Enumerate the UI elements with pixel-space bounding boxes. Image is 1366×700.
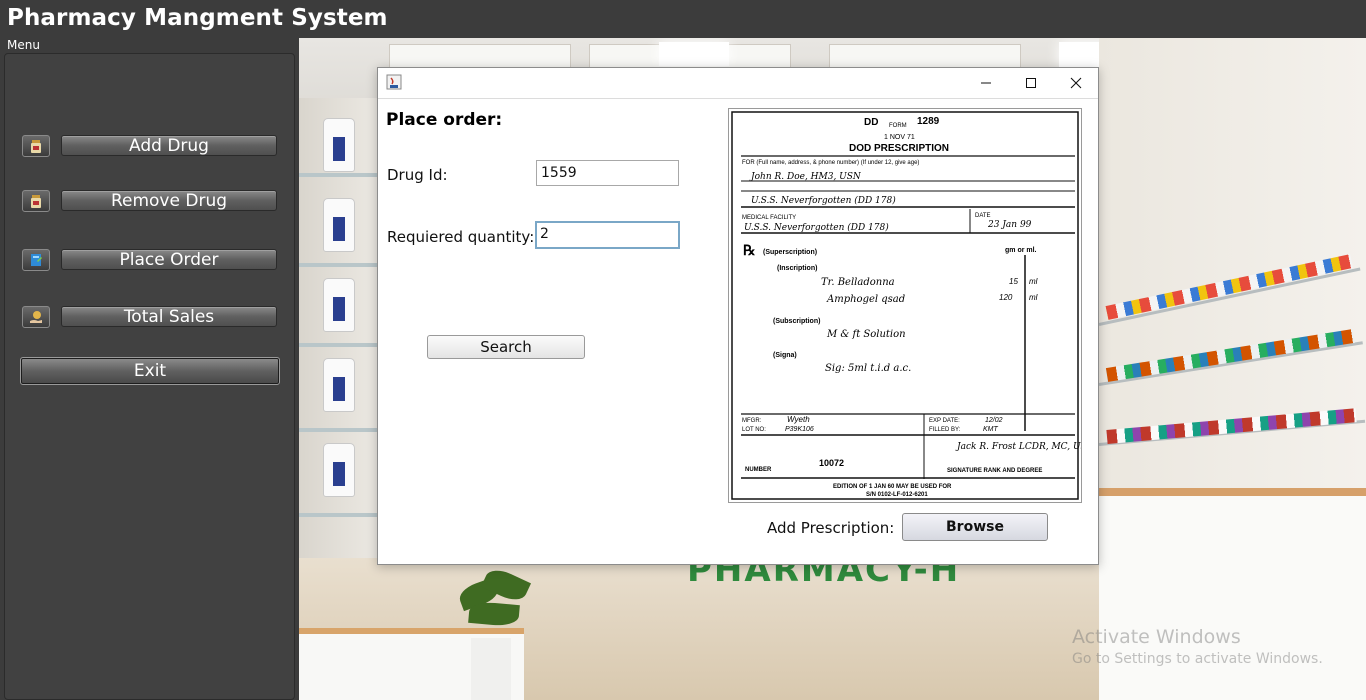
line-1-unit: ml: [1029, 277, 1038, 286]
app-title: Pharmacy Mangment System: [7, 5, 388, 31]
subscription-label: (Subscription): [773, 318, 820, 325]
signature-label: SIGNATURE RANK AND DEGREE: [947, 468, 1042, 474]
maximize-icon: [1026, 78, 1036, 88]
inscription-line-2: Amphogel qsad: [826, 294, 905, 305]
lot-value: P39K106: [785, 426, 814, 433]
quantity-label: Requiered quantity:: [387, 228, 535, 246]
superscription-label: (Superscription): [763, 249, 817, 256]
filled-value: KMT: [983, 426, 999, 433]
mfgr-label: MFGR:: [742, 418, 762, 424]
line-2-qty: 120: [999, 293, 1013, 302]
inscription-line-1: Tr. Belladonna: [821, 277, 895, 288]
form-number: 1289: [917, 116, 940, 127]
subscription-text: M & ft Solution: [826, 329, 906, 340]
units-label: gm or ml.: [1005, 247, 1037, 254]
order-book-icon[interactable]: [22, 249, 50, 271]
minimize-button[interactable]: [963, 68, 1009, 98]
rx-number-label: NUMBER: [745, 467, 772, 473]
facility-label: MEDICAL FACILITY: [742, 215, 796, 221]
maximize-button[interactable]: [1008, 68, 1054, 98]
search-button[interactable]: Search: [427, 335, 585, 359]
total-sales-button[interactable]: Total Sales: [61, 306, 277, 327]
prescription-image: DD FORM 1289 1 NOV 71 DOD PRESCRIPTION F…: [728, 108, 1082, 503]
exit-button[interactable]: Exit: [20, 357, 280, 385]
sidebar-item-add-drug[interactable]: Add Drug: [5, 135, 296, 163]
menu-label: Menu: [7, 38, 40, 52]
lot-label: LOT NO:: [742, 427, 766, 433]
form-word: FORM: [889, 123, 907, 129]
counter-right: [1099, 488, 1366, 700]
close-icon: [1070, 77, 1082, 89]
java-app-icon: [386, 74, 402, 90]
minimize-icon: [981, 82, 991, 84]
line-1-qty: 15: [1009, 277, 1018, 286]
date-value: 23 Jan 99: [987, 220, 1032, 230]
remove-drug-button[interactable]: Remove Drug: [61, 190, 277, 211]
drug-id-label: Drug Id:: [387, 166, 448, 184]
medicine-bottle-icon[interactable]: [22, 190, 50, 212]
place-order-heading: Place order:: [386, 110, 503, 130]
sidebar-item-place-order[interactable]: Place Order: [5, 249, 296, 277]
rx-number: 10072: [819, 458, 844, 468]
signature: Jack R. Frost LCDR, MC, USNR: [955, 442, 1081, 452]
rx-form-title: DOD PRESCRIPTION: [849, 143, 949, 154]
place-order-dialog: Place order: Drug Id: 1559 Requiered qua…: [377, 67, 1099, 565]
place-order-button[interactable]: Place Order: [61, 249, 277, 270]
date-label: DATE: [975, 213, 991, 219]
plant-pot: [471, 638, 511, 700]
rx-symbol: ℞: [743, 242, 756, 258]
sidebar-item-remove-drug[interactable]: Remove Drug: [5, 190, 296, 218]
browse-button[interactable]: Browse: [902, 513, 1048, 541]
add-drug-button[interactable]: Add Drug: [61, 135, 277, 156]
sidebar-item-total-sales[interactable]: Total Sales: [5, 306, 296, 334]
signa-text: Sig: 5ml t.i.d a.c.: [825, 363, 911, 374]
close-button[interactable]: [1053, 68, 1099, 98]
add-prescription-label: Add Prescription:: [767, 519, 895, 537]
for-label: FOR (Full name, address, & phone number)…: [742, 160, 919, 166]
line-2-unit: ml: [1029, 293, 1038, 302]
quantity-field[interactable]: 2: [535, 221, 680, 249]
app-titlebar: Pharmacy Mangment System: [0, 0, 1366, 37]
sn-text: S/N 0102-LF-012-6201: [866, 492, 928, 498]
inscription-label: (Inscription): [777, 265, 817, 272]
mfgr-value: Wyeth: [787, 415, 810, 424]
sidebar: Add Drug Remove Drug Place Order Total S…: [4, 53, 295, 700]
money-hand-icon[interactable]: [22, 306, 50, 328]
dialog-titlebar: [378, 68, 1098, 99]
filled-label: FILLED BY:: [929, 427, 961, 433]
exp-value: 12/02: [985, 417, 1003, 424]
drug-id-field[interactable]: 1559: [536, 160, 679, 186]
edition-text: EDITION OF 1 JAN 60 MAY BE USED FOR: [833, 484, 952, 490]
form-date: 1 NOV 71: [884, 134, 915, 141]
exp-label: EXP DATE:: [929, 418, 960, 424]
signa-label: (Signa): [773, 352, 797, 359]
medicine-bottle-icon[interactable]: [22, 135, 50, 157]
facility-value: U.S.S. Neverforgotten (DD 178): [744, 222, 889, 233]
activate-windows-watermark: Activate Windows: [1072, 626, 1241, 648]
patient-address: U.S.S. Neverforgotten (DD 178): [751, 195, 896, 206]
form-code: DD: [864, 117, 878, 128]
activate-windows-subtext: Go to Settings to activate Windows.: [1072, 651, 1323, 667]
